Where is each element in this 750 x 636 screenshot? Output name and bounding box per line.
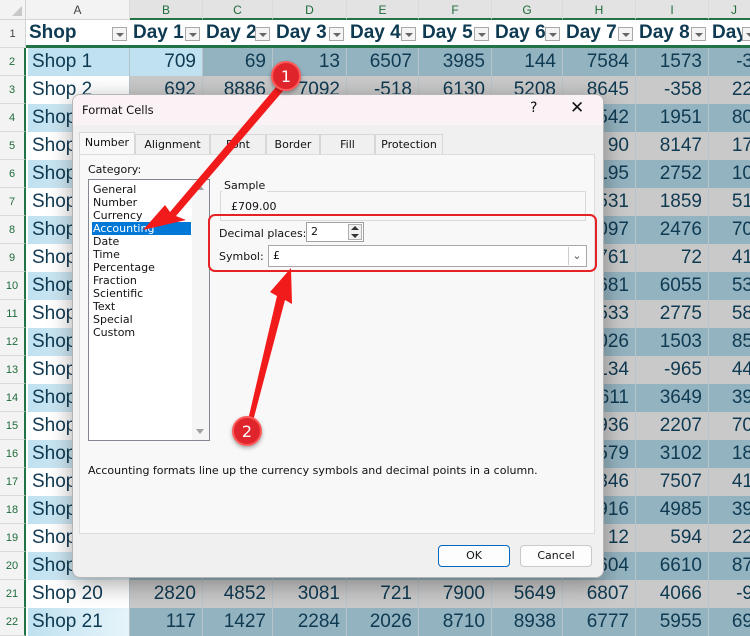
arrow-1 bbox=[143, 80, 289, 230]
tab-number[interactable]: Number bbox=[79, 132, 135, 154]
step-badge-1: 1 bbox=[271, 61, 301, 91]
arrow-2 bbox=[248, 268, 292, 421]
annotation-arrows bbox=[143, 80, 292, 421]
step-badge-2: 2 bbox=[232, 416, 262, 446]
